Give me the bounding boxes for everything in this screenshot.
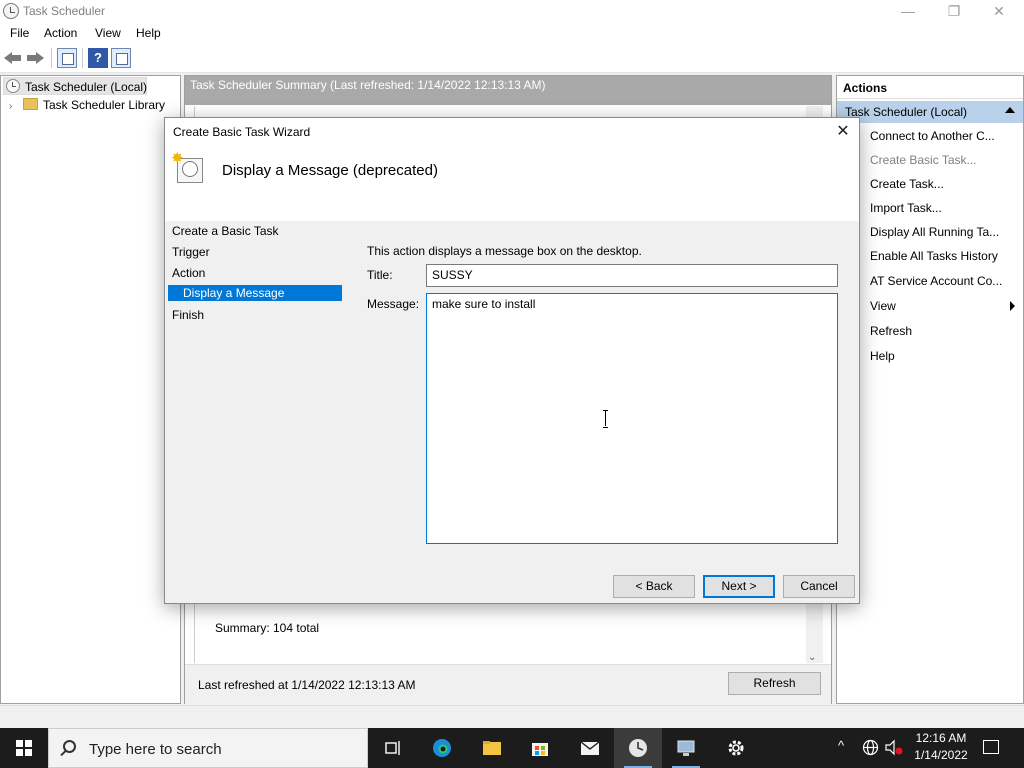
back-button[interactable]: < Back <box>613 575 695 598</box>
console-tree: Task Scheduler (Local) › Task Scheduler L… <box>0 75 181 704</box>
help-icon[interactable]: ? <box>88 48 108 68</box>
title-input[interactable]: SUSSY <box>426 264 838 287</box>
text-cursor-icon <box>603 410 609 428</box>
store-taskbar-button[interactable] <box>516 728 564 768</box>
gear-icon <box>728 740 744 756</box>
mail-icon <box>580 741 600 755</box>
forward-arrow-icon[interactable] <box>26 51 44 65</box>
action-help[interactable]: Help <box>870 349 895 363</box>
task-scheduler-clock-icon <box>629 739 647 757</box>
search-placeholder: Type here to search <box>89 741 222 758</box>
submenu-arrow-icon <box>1010 301 1015 311</box>
show-hidden-icons-chevron-icon[interactable]: ^ <box>838 738 844 768</box>
search-icon <box>63 740 76 753</box>
start-button[interactable] <box>0 728 48 768</box>
window-title: Task Scheduler <box>23 4 106 18</box>
toolbar: ? <box>0 44 1024 73</box>
action-at-service-account-config[interactable]: AT Service Account Co... <box>870 274 1002 288</box>
summary-header: Task Scheduler Summary (Last refreshed: … <box>185 76 831 105</box>
toolbar-separator <box>51 48 52 68</box>
folder-icon <box>23 98 38 110</box>
task-scheduler-taskbar-button[interactable] <box>614 728 662 768</box>
clock-icon <box>6 79 20 93</box>
remote-desktop-taskbar-button[interactable] <box>662 728 710 768</box>
message-label: Message: <box>367 297 420 311</box>
refresh-button[interactable]: Refresh <box>728 672 821 695</box>
action-view[interactable]: View <box>870 299 896 313</box>
actions-pane: Actions Task Scheduler (Local) Connect t… <box>836 75 1024 704</box>
wizard-header: Create Basic Task Wizard ✕ ✸ Display a M… <box>165 118 859 221</box>
back-arrow-icon[interactable] <box>4 51 22 65</box>
show-hide-console-tree-icon[interactable] <box>57 48 77 68</box>
action-refresh[interactable]: Refresh <box>870 324 912 338</box>
settings-taskbar-button[interactable] <box>712 728 760 768</box>
edge-taskbar-button[interactable] <box>418 728 466 768</box>
wizard-heading: Display a Message (deprecated) <box>222 162 438 179</box>
wizard-clock-icon: ✸ <box>171 150 203 183</box>
task-view-icon <box>385 741 400 755</box>
menu-bar: File Action View Help <box>0 23 1024 44</box>
taskbar-search-box[interactable]: Type here to search <box>48 728 368 768</box>
title-label: Title: <box>367 268 393 282</box>
clock-time: 12:16 AM <box>915 731 967 745</box>
scroll-down-icon[interactable]: ⌄ <box>808 652 816 663</box>
actions-header: Actions <box>837 76 1023 99</box>
taskbar: Type here to search ^ 12:16 AM 1/14/2022 <box>0 728 1024 768</box>
summary-footer: Last refreshed at 1/14/2022 12:13:13 AM … <box>185 664 831 704</box>
restore-button[interactable]: ❐ <box>931 0 977 23</box>
store-icon <box>532 743 548 756</box>
system-clock[interactable]: 12:16 AM 1/14/2022 <box>906 730 976 764</box>
toolbar-separator <box>82 48 83 68</box>
menu-help[interactable]: Help <box>136 26 161 40</box>
dialog-close-button[interactable]: ✕ <box>833 122 853 142</box>
monitor-icon <box>677 740 695 756</box>
message-textarea[interactable]: make sure to install <box>426 293 838 544</box>
tree-item-task-scheduler-library[interactable]: › Task Scheduler Library <box>9 96 165 114</box>
mail-taskbar-button[interactable] <box>566 728 614 768</box>
step-trigger: Trigger <box>172 245 210 259</box>
close-button[interactable]: ✕ <box>976 0 1022 23</box>
action-connect-to-another-computer[interactable]: Connect to Another C... <box>870 129 995 143</box>
folder-icon <box>483 741 501 755</box>
collapse-up-icon[interactable] <box>1005 107 1015 113</box>
edge-icon <box>433 739 451 757</box>
windows-logo-icon <box>16 740 32 756</box>
summary-total: Summary: 104 total <box>215 621 320 635</box>
action-enable-all-tasks-history[interactable]: Enable All Tasks History <box>870 249 998 263</box>
step-create-a-basic-task: Create a Basic Task <box>172 224 279 238</box>
actions-section-task-scheduler-local[interactable]: Task Scheduler (Local) <box>837 101 1023 123</box>
show-hide-action-pane-icon[interactable] <box>111 48 131 68</box>
clock-date: 1/14/2022 <box>914 748 968 762</box>
action-create-basic-task[interactable]: Create Basic Task... <box>870 153 977 167</box>
action-create-task[interactable]: Create Task... <box>870 177 944 191</box>
step-finish: Finish <box>172 308 205 322</box>
task-view-button[interactable] <box>368 728 416 768</box>
cancel-button[interactable]: Cancel <box>783 575 855 598</box>
network-globe-icon[interactable] <box>862 739 879 756</box>
action-description: This action displays a message box on th… <box>367 244 642 258</box>
volume-muted-icon[interactable] <box>884 739 904 756</box>
menu-action[interactable]: Action <box>44 26 77 40</box>
tree-item-task-scheduler-local[interactable]: Task Scheduler (Local) <box>3 77 147 95</box>
last-refreshed-text: Last refreshed at 1/14/2022 12:13:13 AM <box>198 678 416 692</box>
action-center-notification-icon[interactable] <box>983 740 999 754</box>
chevron-right-icon[interactable]: › <box>9 98 19 116</box>
dialog-title: Create Basic Task Wizard <box>173 125 311 139</box>
status-bar <box>0 705 1024 728</box>
action-display-all-running-tasks[interactable]: Display All Running Ta... <box>870 225 999 239</box>
menu-view[interactable]: View <box>95 26 121 40</box>
file-explorer-taskbar-button[interactable] <box>468 728 516 768</box>
menu-file[interactable]: File <box>10 26 29 40</box>
step-action: Action <box>172 266 206 280</box>
create-basic-task-wizard: Create Basic Task Wizard ✕ ✸ Display a M… <box>164 117 860 604</box>
next-button[interactable]: Next > <box>703 575 775 598</box>
action-import-task[interactable]: Import Task... <box>870 201 942 215</box>
window-titlebar: Task Scheduler — ❐ ✕ <box>0 0 1024 23</box>
task-scheduler-icon <box>3 3 19 19</box>
minimize-button[interactable]: — <box>885 0 931 23</box>
step-display-a-message: Display a Message <box>168 285 342 301</box>
